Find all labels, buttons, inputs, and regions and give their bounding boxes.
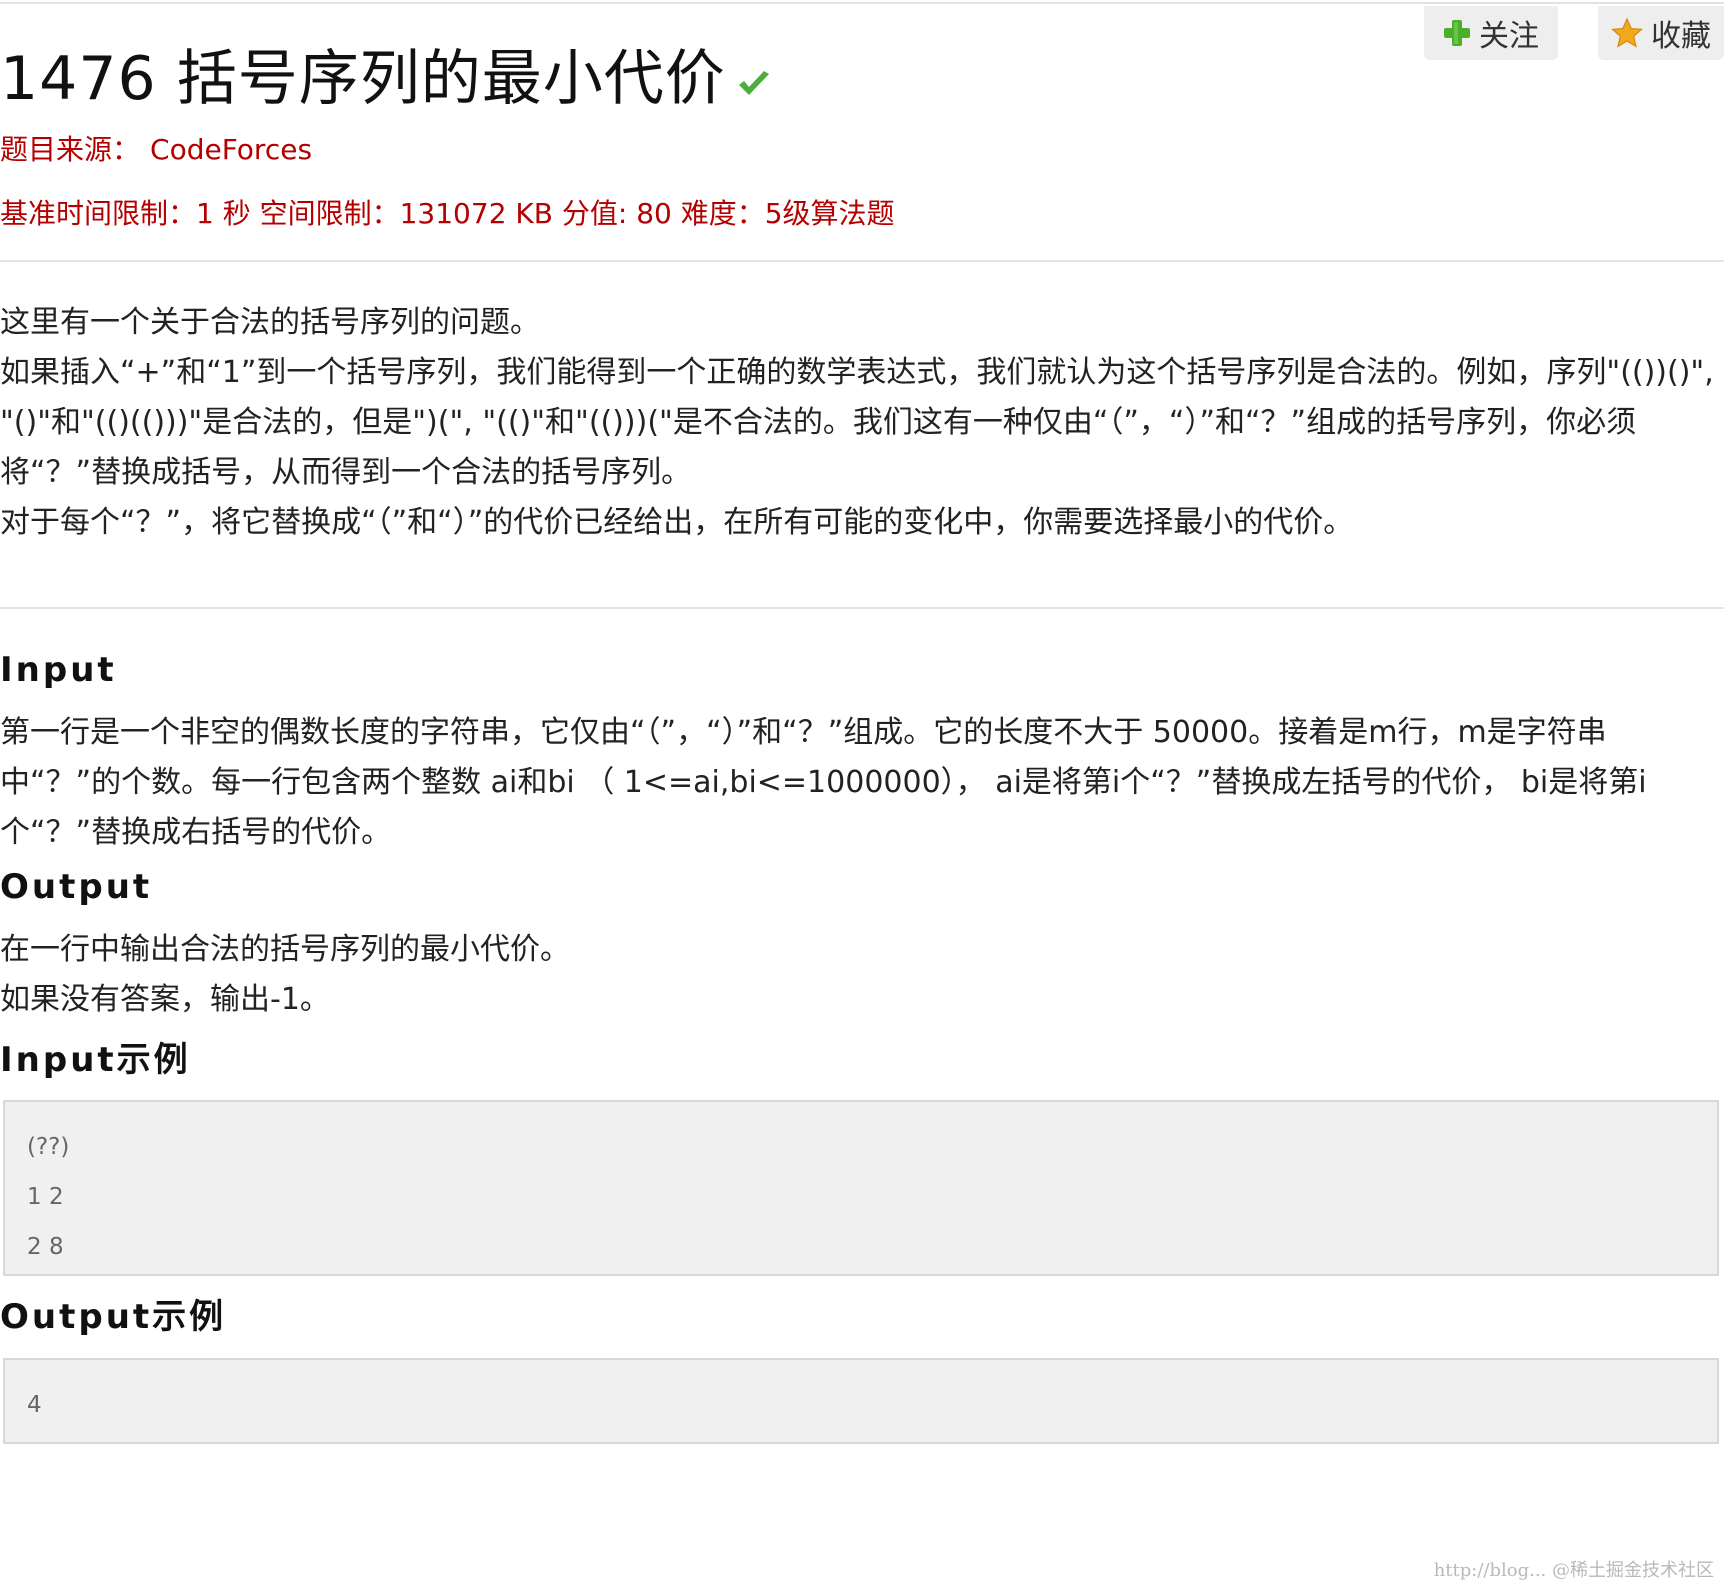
output-description: 在一行中输出合法的括号序列的最小代价。 如果没有答案，输出-1。 [0, 925, 1722, 1025]
follow-label: 关注 [1479, 19, 1539, 54]
problem-source: 题目来源： CodeForces [0, 128, 312, 172]
input-example-line: 1 2 [27, 1184, 64, 1210]
output-heading: Output [0, 867, 153, 907]
follow-button[interactable]: 关注 [1424, 6, 1558, 60]
source-label: 题目来源： [0, 133, 141, 166]
favorite-button[interactable]: 收藏 [1598, 6, 1724, 60]
source-link[interactable]: CodeForces [150, 133, 312, 166]
output-line: 在一行中输出合法的括号序列的最小代价。 [0, 932, 570, 967]
watermark: http://blog... @稀土掘金技术社区 [1433, 1560, 1714, 1581]
input-example-line: 2 8 [27, 1234, 64, 1260]
input-description: 第一行是一个非空的偶数长度的字符串，它仅由“（”，“）”和“？”组成。它的长度不… [0, 708, 1722, 858]
top-rule [0, 2, 1724, 4]
divider [0, 260, 1724, 262]
problem-description: 这里有一个关于合法的括号序列的问题。 如果插入“+”和“1”到一个括号序列，我们… [0, 298, 1722, 548]
output-example-heading: Output示例 [0, 1297, 227, 1337]
output-example-box: 4 [3, 1358, 1719, 1444]
page-title: 1476 括号序列的最小代价 [0, 44, 726, 114]
input-example-box: (??) 1 2 2 8 [3, 1100, 1719, 1276]
description-line: 这里有一个关于合法的括号序列的问题。 [0, 305, 540, 340]
plus-icon [1444, 20, 1470, 46]
star-icon [1611, 17, 1643, 48]
input-heading: Input [0, 650, 117, 690]
input-text: 第一行是一个非空的偶数长度的字符串，它仅由“（”，“）”和“？”组成。它的长度不… [0, 715, 1647, 850]
check-icon [738, 71, 769, 95]
favorite-label: 收藏 [1651, 19, 1711, 54]
output-line: 如果没有答案，输出-1。 [0, 982, 330, 1017]
input-example-line: (??) [27, 1134, 70, 1160]
problem-limits: 基准时间限制：1 秒 空间限制：131072 KB 分值: 80 难度：5级算法… [0, 197, 895, 230]
description-line: 如果插入“+”和“1”到一个括号序列，我们能得到一个正确的数学表达式，我们就认为… [0, 355, 1714, 490]
title-row: 1476 括号序列的最小代价 [0, 40, 772, 118]
input-example-heading: Input示例 [0, 1040, 191, 1080]
output-example-line: 4 [27, 1392, 42, 1418]
description-line: 对于每个“？”，将它替换成“（”和“）”的代价已经给出，在所有可能的变化中，你需… [0, 505, 1354, 540]
divider [0, 607, 1724, 609]
